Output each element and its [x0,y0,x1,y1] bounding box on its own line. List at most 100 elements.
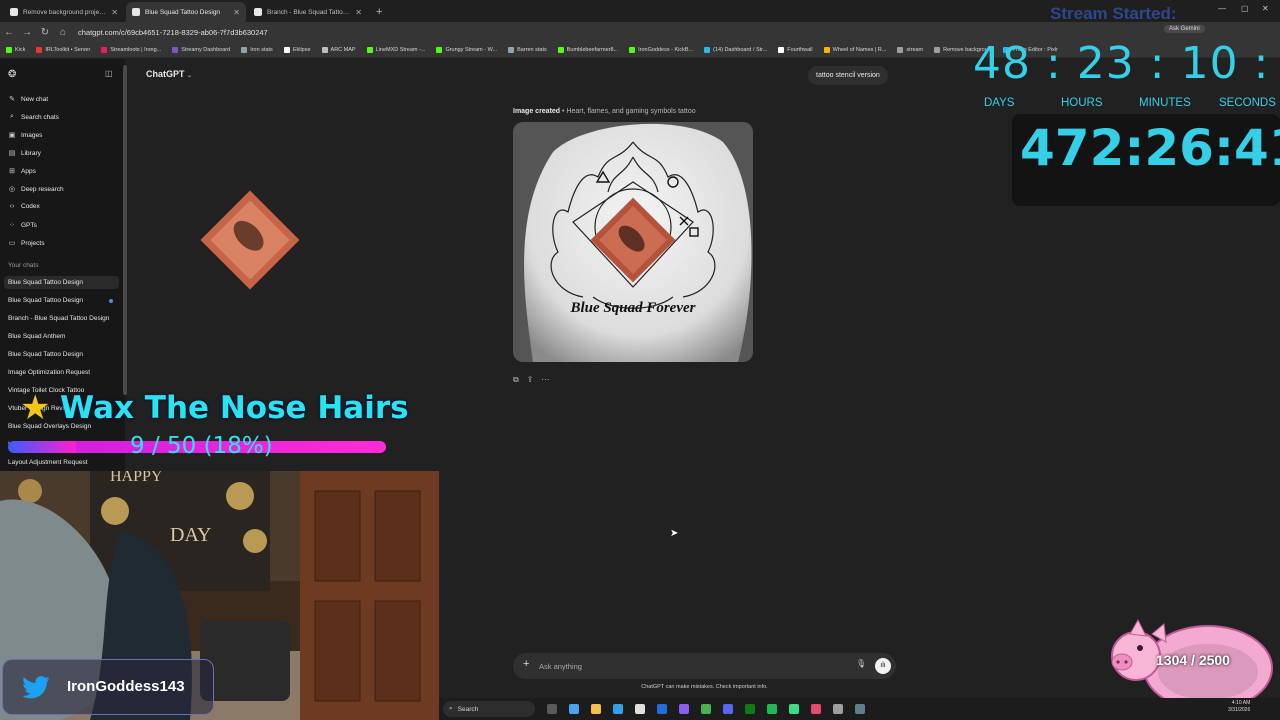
browser-tab[interactable]: Remove background project - I ✕ [4,2,124,22]
tab-label: Branch - Blue Squad Tattoo De [267,8,352,16]
sidebar-item-images[interactable]: ▣ Images [8,131,43,140]
ask-anything-input[interactable] [539,659,839,673]
bookmark-item[interactable]: (14) Dashboard / Str... [704,46,767,53]
close-window-icon[interactable]: ✕ [1262,4,1269,13]
task-view-icon[interactable] [547,704,557,714]
reload-icon[interactable]: ↻ [36,27,54,38]
sidebar-item-new-chat[interactable]: ✎ New chat [8,95,48,104]
mouse-cursor-icon: ➤ [670,528,679,539]
minimize-icon[interactable]: — [1218,4,1226,13]
outlook-icon[interactable] [657,704,667,714]
settings-icon[interactable] [833,704,843,714]
sidebar-scrollbar[interactable] [123,65,127,395]
sidebar-item-label: Library [21,149,41,157]
sidebar-item-gpts[interactable]: ⁘ GPTs [8,221,37,230]
maximize-icon[interactable]: ▢ [1241,4,1249,13]
bookmark-favicon-icon [704,46,711,53]
bookmark-item[interactable]: Fourthwall [778,46,813,53]
twitter-handle-banner: IronGoddess143 [2,659,214,715]
ask-gemini-button[interactable]: Ask Gemini [1164,25,1205,33]
bookmark-label: Bumblebeefarmer8... [566,46,619,53]
voice-mode-icon[interactable]: ılı [875,658,891,674]
sidebar-item-deep-research[interactable]: ◎ Deep research [8,185,64,194]
bookmark-item[interactable]: Barren stats [508,46,547,53]
app-icon[interactable] [811,704,821,714]
copilot-icon[interactable] [569,704,579,714]
microphone-icon[interactable]: 🎙 [856,659,866,668]
share-icon[interactable]: ⇪ [527,375,534,385]
app-icon[interactable] [679,704,689,714]
chat-history-item[interactable]: Blue Squad Anthem [8,333,65,340]
bookmark-item[interactable]: Kick [6,46,25,53]
spotify-icon[interactable] [767,704,777,714]
chat-history-item[interactable]: Branch - Blue Squad Tattoo Design [8,315,109,322]
bookmark-favicon-icon [241,46,248,53]
goal-progress-fill [8,441,77,453]
bookmark-label: Grungy Stream - W... [445,46,498,53]
sidebar-item-codex[interactable]: ‹› Codex [8,203,40,210]
chat-history-item[interactable]: Image Optimization Request [8,369,90,376]
sidebar-item-library[interactable]: ▤ Library [8,149,41,158]
bookmark-item[interactable]: Streamy Dashboard [172,46,231,53]
tab-favicon-icon [132,8,140,16]
chrome-icon[interactable] [701,704,711,714]
sidebar-item-projects[interactable]: ▭ Projects [8,239,45,248]
taskbar-search[interactable]: ⌕ Search [443,701,535,717]
back-icon[interactable]: ← [0,27,18,38]
bookmark-item[interactable]: Streamloots | Irong... [101,46,161,53]
bookmark-item[interactable]: Wheel of Names | R... [823,46,886,53]
bookmark-item[interactable]: stream [897,46,923,53]
collapse-sidebar-icon[interactable]: ◫ [105,69,113,78]
openai-logo-icon[interactable]: ❂ [8,69,16,80]
tab-close-icon[interactable]: ✕ [233,8,240,17]
hours-label: HOURS [1061,97,1103,109]
copy-icon[interactable]: ⧉ [513,375,519,385]
bookmark-label: Streamy Dashboard [181,46,231,53]
chat-history-item[interactable]: Blue Squad Tattoo Design [4,276,119,289]
sidebar-item-apps[interactable]: ⊞ Apps [8,167,36,176]
file-explorer-icon[interactable] [591,704,601,714]
bookmark-item[interactable]: Grungy Stream - W... [436,46,498,53]
bookmark-item[interactable]: ARC MAP [321,46,356,53]
discord-icon[interactable] [723,704,733,714]
bookmark-item[interactable]: Iron stats [241,46,273,53]
image-created-label: Image created [513,108,561,115]
more-options-icon[interactable]: ⋯ [541,375,549,385]
url-field[interactable]: chatgpt.com/c/69cb4651-7218-8329-ab06-7f… [78,28,268,37]
sidebar-item-search-chats[interactable]: ⌕ Search chats [8,113,59,121]
bookmark-item[interactable]: Eklipse [283,46,311,53]
app-icon[interactable] [789,704,799,714]
chat-history-item[interactable]: Blue Squad Tattoo Design [8,351,83,358]
home-icon[interactable]: ⌂ [54,27,72,38]
sidebar-item-label: Images [21,131,43,139]
tab-label: Remove background project - I [23,8,108,16]
new-tab-button[interactable]: + [370,2,388,22]
bookmark-item[interactable]: IronGoddess - KickB... [629,46,693,53]
bookmark-item[interactable]: IRLToolkit • Server [36,46,90,53]
model-selector[interactable]: ChatGPT ⌄ [146,69,192,79]
obs-icon[interactable] [855,704,865,714]
edge-icon[interactable] [613,704,623,714]
chat-history-item[interactable]: Blue Squad Tattoo Design [8,297,83,304]
browser-tab[interactable]: Branch - Blue Squad Tattoo De ✕ [248,2,368,22]
tab-close-icon[interactable]: ✕ [111,8,118,17]
forward-icon[interactable]: → [18,27,36,38]
bookmark-favicon-icon [101,46,108,53]
chevron-down-icon: ⌄ [187,73,193,79]
bookmark-item[interactable]: LineMXD Stream -... [366,46,425,53]
clock-date: 3/31/2026 [1228,707,1251,713]
generated-tattoo-image[interactable]: Blue Squad Forever [513,122,753,362]
image-caption-text: • Heart, flames, and gaming symbols tatt… [562,108,696,115]
xbox-icon[interactable] [745,704,755,714]
add-attachment-icon[interactable]: + [523,658,529,670]
bookmark-item[interactable]: Bumblebeefarmer8... [557,46,619,53]
your-chats-heading: Your chats [8,262,39,269]
folder-icon: ▭ [8,240,16,247]
store-icon[interactable] [635,704,645,714]
tab-close-icon[interactable]: ✕ [355,8,362,17]
taskbar-search-label: Search [457,705,479,713]
goal-progress-text: 9 / 50 (18%) [130,433,273,459]
browser-tab-active[interactable]: Blue Squad Tattoo Design ✕ [126,2,246,22]
chat-input-box: + 🎙 ılı [513,653,896,679]
chat-history-item[interactable]: Layout Adjustment Request [8,459,88,466]
